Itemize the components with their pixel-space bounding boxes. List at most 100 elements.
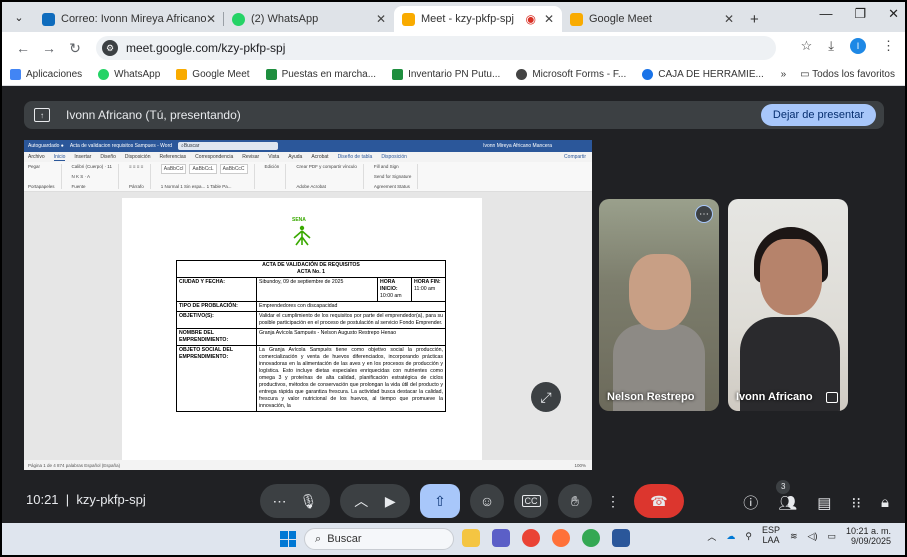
whatsapp-icon: [232, 12, 245, 26]
bookmark-forms[interactable]: Microsoft Forms - F...: [516, 69, 626, 80]
clock[interactable]: 10:21 a. m. 9/09/2025: [846, 526, 891, 547]
more-options-icon[interactable]: ⋯: [695, 205, 713, 223]
word-title: Acta de validacion requisitos Sampues - …: [69, 143, 173, 149]
apps-grid-icon: [10, 69, 21, 80]
chrome-profile-icon[interactable]: [582, 529, 600, 547]
present-button[interactable]: ⇧: [420, 484, 460, 518]
emoji-icon: ☺: [479, 493, 495, 509]
more-options-button[interactable]: ⋮: [602, 484, 624, 518]
participant-name: Nelson Restrepo: [607, 391, 695, 403]
profile-avatar[interactable]: I: [850, 38, 866, 54]
firefox-icon[interactable]: [552, 529, 570, 547]
meeting-info: 10:21 | kzy-pkfp-spj: [26, 492, 146, 507]
all-bookmarks[interactable]: ▭ Todos los favoritos: [800, 69, 895, 80]
autosave-toggle: Autoguardado ●: [28, 143, 64, 149]
new-tab-button[interactable]: +: [742, 6, 767, 32]
word-canvas: SENA ACTA DE VALIDACIÓN DE REQUISITOS ACT…: [24, 192, 592, 460]
taskbar-search[interactable]: ⌕ Buscar: [304, 528, 454, 550]
chrome-icon[interactable]: [522, 529, 540, 547]
present-screen-icon: ↑: [34, 108, 50, 122]
url-bar[interactable]: ⚙ meet.google.com/kzy-pkfp-spj: [96, 36, 776, 60]
close-window-icon[interactable]: ✕: [888, 6, 899, 22]
meet-icon: [402, 12, 415, 26]
bookmark-puestas[interactable]: Puestas en marcha...: [265, 69, 376, 80]
battery-icon[interactable]: ▭: [827, 531, 836, 542]
reactions-button[interactable]: ☺: [470, 484, 504, 518]
site-info-icon[interactable]: ⚙: [102, 40, 118, 56]
meet-icon: [176, 69, 188, 80]
raise-hand-button[interactable]: ✋︎: [558, 484, 592, 518]
tab-outlook[interactable]: Correo: Ivonn Mireya Africano ✕: [34, 6, 224, 32]
word-ribbon: Pegar Portapapeles Calibri (Cuerpo) · 11 N…: [24, 162, 592, 192]
bookmark-meet[interactable]: Google Meet: [176, 69, 250, 80]
stop-presenting-button[interactable]: Dejar de presentar: [760, 104, 876, 126]
bookmarks-bar: Aplicaciones WhatsApp Google Meet Puesta…: [2, 64, 905, 86]
tab-google-meet[interactable]: Google Meet ✕: [562, 6, 742, 32]
volume-icon[interactable]: ◁): [808, 531, 818, 542]
fullscreen-button[interactable]: ⤢: [531, 382, 561, 412]
bookmark-star-icon[interactable]: ☆: [801, 38, 813, 54]
bookmark-caja[interactable]: CAJA DE HERRAMIE...: [642, 69, 764, 80]
more-vert-icon: ⋮: [606, 492, 620, 509]
document-page: SENA ACTA DE VALIDACIÓN DE REQUISITOS ACT…: [122, 198, 482, 460]
recording-icon: ◉: [525, 12, 536, 26]
chevron-up-icon[interactable]: ︿: [707, 530, 716, 543]
leave-call-button[interactable]: ☎︎: [634, 484, 684, 518]
bookmark-whatsapp[interactable]: WhatsApp: [98, 69, 160, 80]
participant-tile-ivonn[interactable]: Ivonn Africano: [728, 199, 848, 411]
participant-face: [629, 254, 691, 330]
hand-icon: ✋︎: [571, 492, 579, 509]
url-text: meet.google.com/kzy-pkfp-spj: [126, 41, 286, 55]
camera-icon: ▶: [384, 492, 396, 509]
bookmark-apps[interactable]: Aplicaciones: [10, 69, 82, 80]
minimize-icon[interactable]: —: [819, 6, 832, 22]
meet-stage: ↑ Ivonn Africano (Tú, presentando) Dejar…: [2, 87, 905, 523]
reload-icon[interactable]: ↻: [62, 40, 88, 57]
tab-whatsapp[interactable]: (2) WhatsApp ✕: [224, 6, 394, 32]
activities-icon[interactable]: ⁝⁝: [851, 494, 861, 512]
close-icon[interactable]: ✕: [724, 12, 734, 26]
menu-dots-icon[interactable]: ⋮: [882, 38, 895, 54]
shared-screen-word: Autoguardado ● Acta de validacion requis…: [24, 140, 592, 470]
forward-icon[interactable]: →: [36, 40, 62, 56]
close-icon[interactable]: ✕: [206, 12, 216, 26]
participant-name: Ivonn Africano: [736, 391, 813, 403]
teams-icon[interactable]: [492, 529, 510, 547]
acta-table: ACTA DE VALIDACIÓN DE REQUISITOS ACTA No.…: [176, 259, 446, 413]
more-bookmarks-icon[interactable]: »: [781, 69, 787, 80]
restore-icon[interactable]: ❐: [854, 6, 866, 22]
windows-start-icon[interactable]: [280, 531, 296, 547]
camera-button[interactable]: ︿ ▶: [340, 484, 410, 518]
back-icon[interactable]: ←: [10, 40, 36, 56]
whatsapp-icon: [98, 69, 110, 80]
sheets-icon: [265, 69, 277, 80]
host-controls-icon[interactable]: 🔒︎: [881, 494, 889, 511]
globe-icon: [516, 69, 528, 80]
close-icon[interactable]: ✕: [544, 12, 554, 26]
tab-title: Google Meet: [589, 13, 652, 25]
address-bar-row: ← → ↻ ⚙ meet.google.com/kzy-pkfp-spj ☆ ⤓…: [2, 32, 905, 64]
word-search: ⌕ Buscar: [178, 142, 279, 150]
close-icon[interactable]: ✕: [376, 12, 386, 26]
word-statusbar: Página 1 de 4 874 palabras Español (Espa…: [24, 460, 592, 470]
chevron-up-icon: ︿: [354, 493, 369, 509]
tab-title: Correo: Ivonn Mireya Africano: [61, 13, 206, 25]
participant-tile-nelson[interactable]: ⋯ Nelson Restrepo: [599, 199, 719, 411]
word-icon[interactable]: [612, 529, 630, 547]
pin-icon[interactable]: [826, 392, 838, 403]
file-explorer-icon[interactable]: [462, 529, 480, 547]
tab-meet-active[interactable]: Meet - kzy-pkfp-spj ◉ ✕: [394, 6, 562, 32]
language-indicator[interactable]: ESP LAA: [762, 526, 780, 546]
word-titlebar: Autoguardado ● Acta de validacion requis…: [24, 140, 592, 152]
mic-button[interactable]: ⋯ 🎙︎: [260, 484, 330, 518]
people-icon[interactable]: 3 👥︎: [776, 479, 797, 512]
usb-icon[interactable]: ⚲: [745, 531, 752, 542]
chat-icon[interactable]: ▤: [817, 494, 831, 512]
info-icon[interactable]: ⓘ: [743, 492, 758, 513]
download-icon[interactable]: ⤓: [828, 38, 834, 54]
tab-search-icon[interactable]: ⌄: [8, 6, 30, 28]
captions-button[interactable]: CC: [514, 484, 548, 518]
onedrive-icon[interactable]: ☁: [726, 531, 735, 542]
bookmark-inventario[interactable]: Inventario PN Putu...: [392, 69, 500, 80]
wifi-icon[interactable]: ≋: [790, 531, 798, 542]
